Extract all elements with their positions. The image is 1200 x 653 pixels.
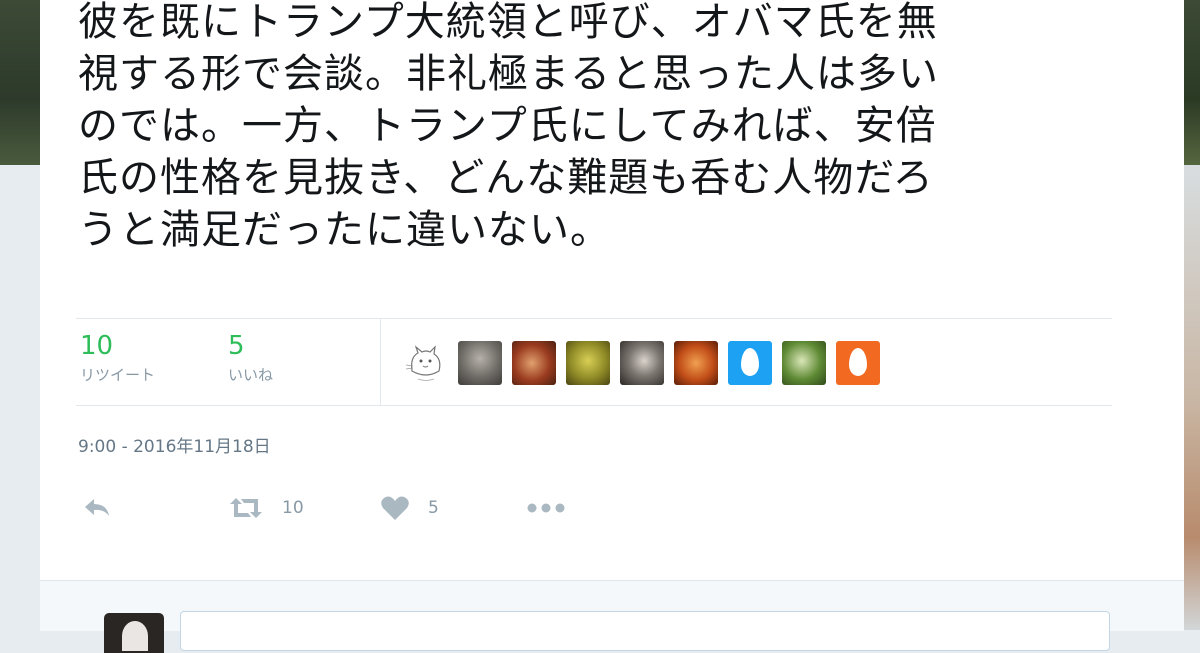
egg-icon bbox=[849, 348, 867, 376]
retweet-button[interactable]: 10 bbox=[228, 488, 304, 528]
egg-avatar-orange[interactable] bbox=[836, 341, 880, 385]
more-button[interactable] bbox=[526, 488, 566, 528]
like-stat[interactable]: 5 いいね bbox=[228, 331, 273, 385]
photo-avatar-5[interactable] bbox=[674, 341, 718, 385]
reply-icon bbox=[85, 499, 109, 516]
egg-avatar-blue[interactable] bbox=[728, 341, 772, 385]
tweet-text: 彼を既にトランプ大統領と呼び、オバマ氏を無 視する形で会談。非礼極まると思った人… bbox=[78, 0, 1118, 256]
tweet-card: 彼を既にトランプ大統領と呼び、オバマ氏を無 視する形で会談。非礼極まると思った人… bbox=[40, 0, 1184, 653]
reply-button[interactable] bbox=[82, 488, 112, 528]
reply-area bbox=[40, 580, 1184, 653]
tweet-actions: 10 5 bbox=[78, 488, 678, 528]
current-user-avatar bbox=[104, 613, 164, 653]
like-label: いいね bbox=[228, 366, 274, 384]
retweet-count: 10 bbox=[80, 331, 114, 361]
like-count: 5 bbox=[228, 331, 245, 361]
photo-avatar-6[interactable] bbox=[782, 341, 826, 385]
retweet-icon bbox=[230, 498, 262, 518]
background-sidebar-peek bbox=[1184, 165, 1200, 630]
tweet-text-line: のでは。一方、トランプ氏にしてみれば、安倍 bbox=[78, 103, 937, 149]
reply-input[interactable] bbox=[180, 611, 1110, 651]
tweet-stats: 10 リツイート 5 いいね bbox=[76, 318, 1112, 406]
tweet-text-line: うと満足だったに違いない。 bbox=[78, 207, 611, 253]
avatar-face bbox=[122, 621, 148, 651]
stats-divider bbox=[380, 319, 381, 405]
photo-avatar-2[interactable] bbox=[512, 341, 556, 385]
photo-avatar-3[interactable] bbox=[566, 341, 610, 385]
tweet-text-line: 彼を既にトランプ大統領と呼び、オバマ氏を無 bbox=[78, 0, 938, 45]
sketch-cat-avatar[interactable] bbox=[404, 341, 448, 385]
background-photo-left bbox=[0, 0, 40, 165]
tweet-text-line: 氏の性格を見抜き、どんな難題も呑む人物だろ bbox=[78, 155, 934, 201]
retweet-stat[interactable]: 10 リツイート bbox=[80, 331, 155, 385]
photo-avatar-1[interactable] bbox=[458, 341, 502, 385]
egg-icon bbox=[741, 348, 759, 376]
tweet-text-line: 視する形で会談。非礼極まると思った人は多い bbox=[78, 51, 939, 97]
sketch-cat-icon bbox=[405, 345, 441, 381]
more-dots-icon bbox=[527, 503, 565, 513]
like-action-count: 5 bbox=[428, 498, 439, 518]
like-button[interactable]: 5 bbox=[380, 488, 439, 528]
photo-avatar-4[interactable] bbox=[620, 341, 664, 385]
retweet-label: リツイート bbox=[80, 366, 156, 384]
retweet-action-count: 10 bbox=[282, 498, 304, 518]
heart-icon bbox=[381, 496, 409, 520]
tweet-timestamp[interactable]: 9:00 - 2016年11月18日 bbox=[78, 432, 271, 457]
